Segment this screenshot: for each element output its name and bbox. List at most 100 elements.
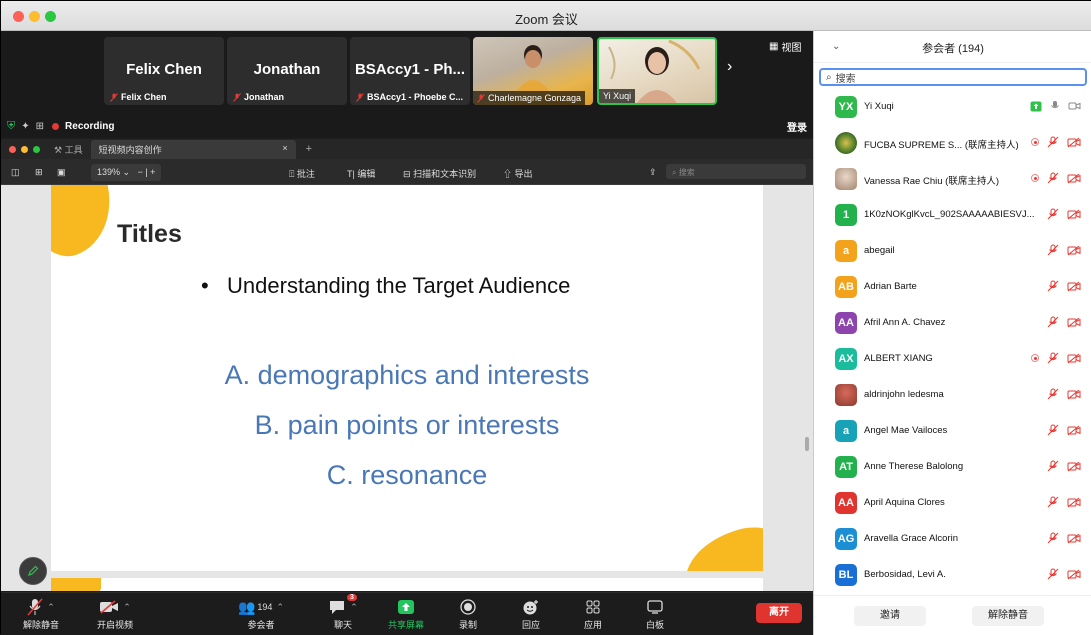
participant-row[interactable]: BL Berbosidad, Levi A. xyxy=(814,557,1091,589)
video-tile-felix-chen[interactable]: Felix Chen Felix Chen xyxy=(104,37,224,105)
sharing-icon xyxy=(1030,101,1042,111)
grid-view-icon: ▦ xyxy=(769,41,779,52)
edit-label: 编辑 xyxy=(357,169,376,179)
participant-row[interactable]: 1 1K0zNOKglKvcL_902SAAAAABIESVJ... xyxy=(814,197,1091,233)
mic-muted-icon xyxy=(1047,568,1059,580)
minimize-icon xyxy=(21,145,28,153)
participant-name: Adrian Barte xyxy=(864,281,917,292)
tile-label: Felix Chen xyxy=(121,92,167,102)
chat-button[interactable]: 3 ⌃ 聊天 xyxy=(313,594,373,631)
participant-status-icons xyxy=(1047,532,1081,544)
react-label: 回应 xyxy=(521,620,540,630)
tile-label-text: Yi Xuqi xyxy=(603,91,632,101)
video-tile-jonathan[interactable]: Jonathan Jonathan xyxy=(227,37,347,105)
meeting-toolbar: ⌃ 解除静音 ⌃ 开启视频 👥 194 ⌃ 参会者 3 ⌃ 聊天 共享屏幕 录制 回应 xyxy=(1,592,813,635)
avatar: AG xyxy=(835,528,857,550)
document-viewport: Titles • Understanding the Target Audien… xyxy=(1,185,813,591)
participant-name: ALBERT XIANG xyxy=(864,353,933,364)
decorative-blob xyxy=(51,578,101,591)
participant-row[interactable]: AB Adrian Barte xyxy=(814,269,1091,305)
participant-row[interactable]: YX Yi Xuqi xyxy=(814,89,1091,125)
participant-row[interactable]: AG Aravella Grace Alcorin xyxy=(814,521,1091,557)
video-off-icon xyxy=(1067,569,1081,579)
participant-name: April Aquina Clores xyxy=(864,497,945,508)
participant-row[interactable]: aldrinjohn ledesma xyxy=(814,377,1091,413)
participant-row[interactable]: Vanessa Rae Chiu (联席主持人) xyxy=(814,161,1091,197)
participant-row[interactable]: AT Anne Therese Balolong xyxy=(814,449,1091,485)
apps-grid-icon[interactable]: ⊞ xyxy=(36,121,44,132)
chevron-up-icon[interactable]: ⌃ xyxy=(123,602,131,613)
avatar: a xyxy=(835,240,857,262)
mic-muted-icon xyxy=(1047,244,1059,256)
recording-indicator-icon xyxy=(1031,354,1039,362)
participant-name: Afril Ann A. Chavez xyxy=(864,317,946,328)
recording-indicator-icon xyxy=(1031,174,1039,182)
video-tile-yi-xuqi[interactable]: Yi Xuqi xyxy=(597,37,717,105)
invite-button[interactable]: 邀请 xyxy=(854,606,926,626)
participant-name: Angel Mae Vailoces xyxy=(864,425,948,436)
view-button[interactable]: ▦ 视图 xyxy=(769,39,801,54)
participant-search-input[interactable]: ⌕ 搜索 xyxy=(819,68,1087,86)
mic-muted-icon xyxy=(110,92,118,102)
login-button[interactable]: 登录 xyxy=(787,119,807,134)
start-video-button[interactable]: ⌃ 开启视频 xyxy=(85,597,145,631)
video-off-icon xyxy=(1067,209,1081,219)
unmute-button[interactable]: ⌃ 解除静音 xyxy=(11,597,71,631)
chevron-up-icon[interactable]: ⌃ xyxy=(350,602,358,613)
reactions-button[interactable]: 回应 xyxy=(501,597,561,631)
tile-small-name: Jonathan xyxy=(233,92,284,102)
shared-app-toolbar: ◫ ⊞ ▣ 139% ⌄ − | + ⍐ 批注 T| 编辑 ⊟ 扫描和文本识别 … xyxy=(1,159,813,185)
leave-button[interactable]: 离开 xyxy=(756,603,802,623)
thumbnail-icon: ⊞ xyxy=(35,167,43,177)
participant-status-icons xyxy=(1047,316,1081,328)
participant-row[interactable]: a Angel Mae Vailoces xyxy=(814,413,1091,449)
record-button[interactable]: 录制 xyxy=(438,597,498,631)
slide-bullet-text: Understanding the Target Audience xyxy=(227,273,571,298)
participant-status-icons xyxy=(1047,424,1081,436)
record-label: 录制 xyxy=(458,620,477,630)
chevron-up-icon[interactable]: ⌃ xyxy=(276,602,284,613)
participant-name: Anne Therese Balolong xyxy=(864,461,964,472)
export-icon: ⇧ xyxy=(503,169,513,179)
tools-menu: ⚒ 工具 xyxy=(54,144,83,155)
avatar: AT xyxy=(835,456,857,478)
apps-icon xyxy=(586,600,600,614)
participant-status-icons xyxy=(1031,136,1081,148)
participants-label: 参会者 xyxy=(247,620,275,630)
share-screen-button[interactable]: 共享屏幕 xyxy=(376,597,436,631)
next-page-chevron-icon[interactable]: › xyxy=(727,58,732,76)
start-video-label: 开启视频 xyxy=(96,620,133,630)
whiteboard-button[interactable]: 白板 xyxy=(625,597,685,631)
video-off-icon xyxy=(1067,173,1081,183)
video-off-icon xyxy=(1067,137,1081,147)
document-scrollbar xyxy=(805,437,809,451)
participant-row[interactable]: AA April Aquina Clores xyxy=(814,485,1091,521)
slide-line-c: C. resonance xyxy=(326,460,488,490)
participant-name: Vanessa Rae Chiu (联席主持人) xyxy=(864,176,999,187)
participant-row[interactable]: FUCBA SUPREME S... (联席主持人) xyxy=(814,125,1091,161)
participant-row[interactable]: AX ALBERT XIANG xyxy=(814,341,1091,377)
video-tile-charlemagne[interactable]: Charlemagne Gonzaga xyxy=(473,37,593,105)
unmute-all-button[interactable]: 解除静音 xyxy=(972,606,1044,626)
video-tile-bsaccy1[interactable]: BSAccy1 - Ph... BSAccy1 - Phoebe C... xyxy=(350,37,470,105)
smiley-icon xyxy=(523,600,538,615)
participant-row[interactable]: a abegail xyxy=(814,233,1091,269)
recording-indicator-icon xyxy=(1031,138,1039,146)
participant-row[interactable]: AA Afril Ann A. Chavez xyxy=(814,305,1091,341)
annotate-pen-button[interactable] xyxy=(19,557,47,585)
document-search: ⌕ 搜索 xyxy=(666,164,806,179)
mic-muted-icon xyxy=(1047,460,1059,472)
ai-companion-icon[interactable]: ✦ xyxy=(21,121,29,132)
zoom-value: 139% xyxy=(97,167,121,177)
participant-name: 1K0zNOKglKvcL_902SAAAAABIESVJ... xyxy=(864,209,1035,220)
shield-icon[interactable]: ⛨ xyxy=(7,120,15,133)
apps-button[interactable]: 应用 xyxy=(563,597,623,631)
participants-button[interactable]: 👥 194 ⌃ 参会者 xyxy=(231,597,291,631)
scan-icon: ⊟ xyxy=(403,169,411,179)
recording-label[interactable]: Recording xyxy=(65,121,114,132)
ocr-label: 扫描和文本识别 xyxy=(413,169,477,179)
chevron-up-icon[interactable]: ⌃ xyxy=(47,602,55,613)
avatar: a xyxy=(835,420,857,442)
meeting-status-bar: ⛨ ✦ ⊞ Recording 登录 xyxy=(1,117,813,135)
avatar: AX xyxy=(835,348,857,370)
